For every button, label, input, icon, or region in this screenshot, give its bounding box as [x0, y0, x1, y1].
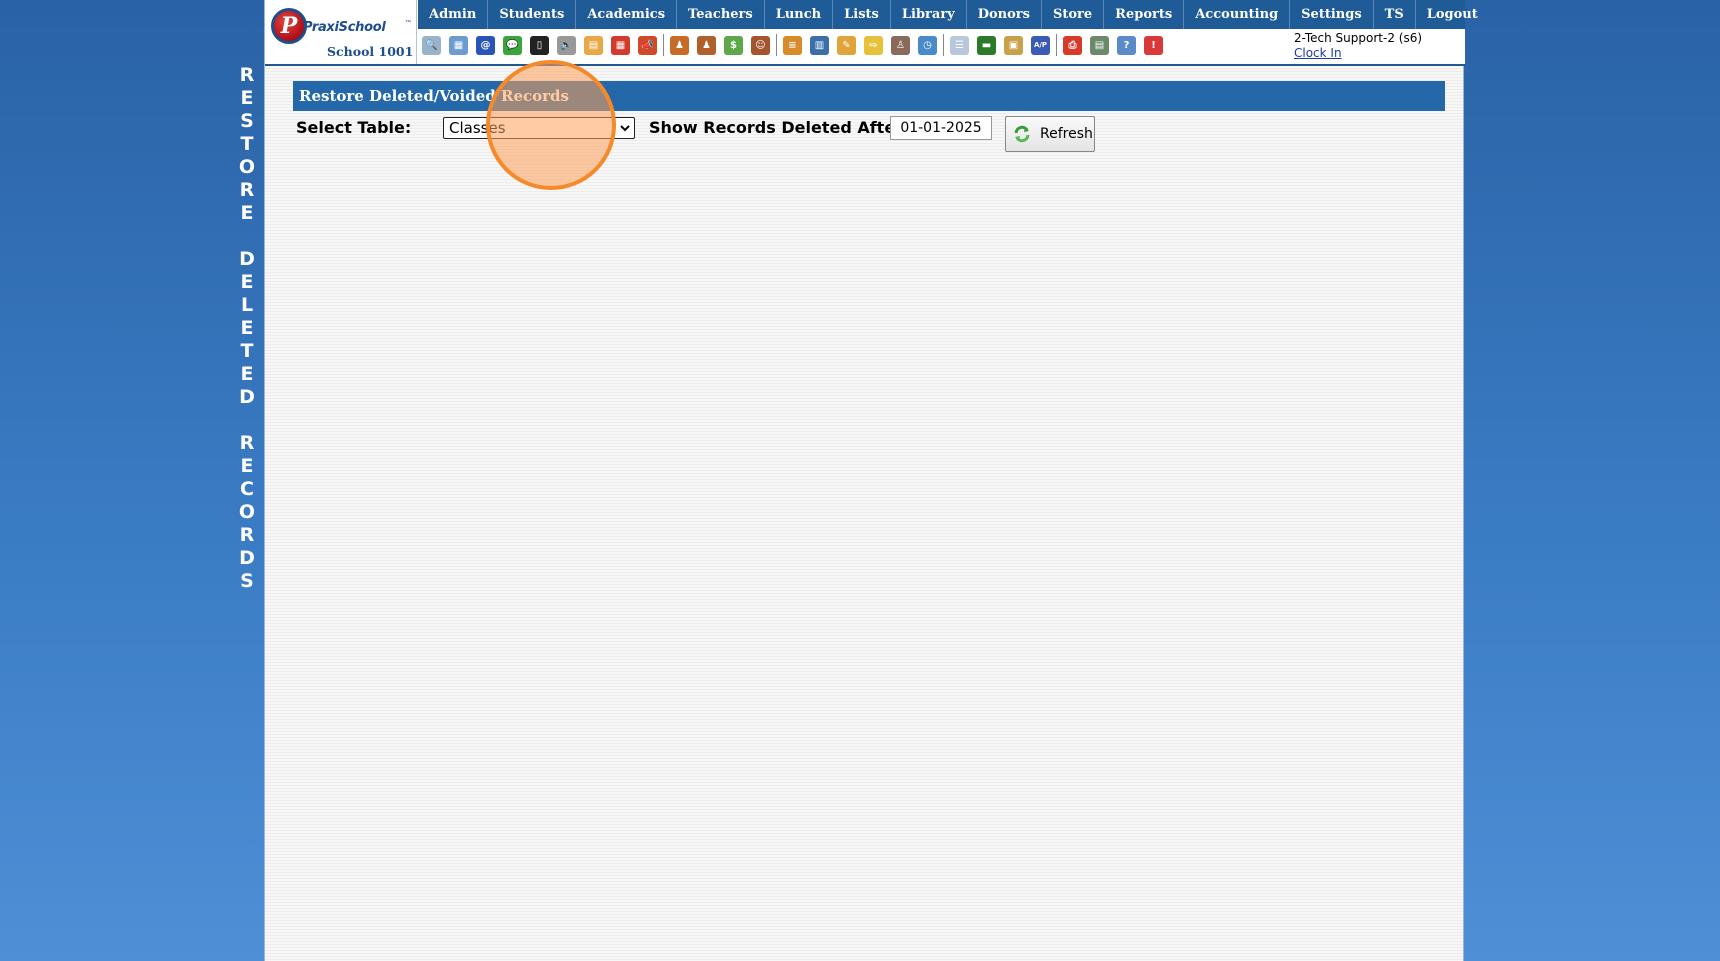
- logo-emblem: P: [271, 8, 307, 44]
- side-title-letter: E: [240, 271, 254, 293]
- teacher-icon[interactable]: ♙: [891, 35, 910, 55]
- side-title-letter: O: [238, 156, 256, 178]
- email-icon[interactable]: @: [476, 35, 495, 55]
- book-icon[interactable]: ▥: [810, 35, 829, 55]
- clock-in-link[interactable]: Clock In: [1294, 46, 1422, 60]
- list-icon[interactable]: ☰: [950, 35, 969, 55]
- menu-item-reports[interactable]: Reports: [1104, 0, 1185, 29]
- side-title-letter: T: [240, 340, 254, 362]
- mobile-icon[interactable]: ▯: [530, 35, 549, 55]
- refresh-icon: [1012, 124, 1032, 144]
- menu-item-lunch[interactable]: Lunch: [765, 0, 834, 29]
- card-icon[interactable]: ▬: [977, 35, 996, 55]
- page-container: P PraxiSchool ™ School 1001 Admin Student…: [264, 0, 1478, 961]
- student-icon[interactable]: ♟: [697, 35, 716, 55]
- logo-brand: PraxiSchool: [303, 20, 386, 35]
- menu-item-library[interactable]: Library: [891, 0, 967, 29]
- chat-icon[interactable]: 💬: [503, 35, 522, 55]
- calendar-icon[interactable]: ▦: [611, 35, 630, 55]
- import-icon[interactable]: ⇨: [864, 35, 883, 55]
- side-title-letter: [232, 409, 262, 432]
- logo-trademark: ™: [405, 20, 411, 26]
- side-title-letter: R: [239, 64, 255, 86]
- deleted-after-date-input[interactable]: 01-01-2025: [890, 116, 992, 140]
- side-title-letter: D: [239, 248, 255, 270]
- side-title-letter: S: [240, 110, 254, 132]
- chevron-down-icon: [619, 118, 631, 144]
- toolbar-separator: [943, 34, 944, 56]
- lunch-icon[interactable]: ≡: [783, 35, 802, 55]
- menu-item-ts[interactable]: TS: [1374, 0, 1416, 29]
- side-title-letter: S: [240, 570, 254, 592]
- menu-item-logout[interactable]: Logout: [1416, 0, 1489, 29]
- search-icon[interactable]: 🔍: [422, 35, 441, 55]
- table-icon[interactable]: ▦: [449, 35, 468, 55]
- side-title-letter: R: [239, 432, 255, 454]
- menu-item-settings[interactable]: Settings: [1290, 0, 1374, 29]
- side-title-letter: O: [238, 501, 256, 523]
- calendar-grid-icon[interactable]: ▤: [584, 35, 603, 55]
- school-name: School 1001: [327, 44, 414, 59]
- side-title-letter: E: [240, 363, 254, 385]
- side-title-letter: T: [240, 133, 254, 155]
- toolbar-separator: [663, 34, 664, 56]
- menu-item-lists[interactable]: Lists: [833, 0, 891, 29]
- menu-item-students[interactable]: Students: [488, 0, 577, 29]
- menu-item-store[interactable]: Store: [1042, 0, 1105, 29]
- register-icon[interactable]: ▣: [1004, 35, 1023, 55]
- side-title-letter: D: [239, 547, 255, 569]
- refresh-label: Refresh: [1040, 126, 1093, 142]
- megaphone-icon[interactable]: 📣: [638, 35, 657, 55]
- side-title-letter: E: [240, 87, 254, 109]
- logo[interactable]: P PraxiSchool ™ School 1001: [265, 0, 417, 64]
- side-title-letter: R: [239, 179, 255, 201]
- refresh-button[interactable]: Refresh: [1005, 116, 1095, 152]
- side-title-letter: E: [240, 202, 254, 224]
- ap-icon[interactable]: A/P: [1031, 35, 1050, 55]
- side-title-letter: E: [240, 317, 254, 339]
- toolbar-separator: [1056, 34, 1057, 56]
- menu-item-accounting[interactable]: Accounting: [1184, 0, 1291, 29]
- money-icon[interactable]: $: [724, 35, 743, 55]
- header: P PraxiSchool ™ School 1001 Admin Student…: [265, 0, 1478, 66]
- panel-title: Restore Deleted/Voided Records: [293, 81, 1445, 111]
- table-select-value: Classes: [449, 119, 506, 137]
- pdf-icon[interactable]: ⎙: [1063, 35, 1082, 55]
- clock-icon[interactable]: ◷: [918, 35, 937, 55]
- side-title-letter: C: [240, 478, 254, 500]
- select-table-label: Select Table:: [296, 118, 412, 137]
- menu-item-teachers[interactable]: Teachers: [677, 0, 765, 29]
- help-icon[interactable]: ?: [1117, 35, 1136, 55]
- menu-item-donors[interactable]: Donors: [967, 0, 1042, 29]
- toolbar: 🔍 ▦ @ 💬 ▯ 🔈 ▤ ▦ 📣 ♟ ♟ $ ☺ ≡ ▥ ✎ ⇨ ♙ ◷ ☰ ▬ ▣ A/P ⎙ ▤?!: [422, 33, 1171, 57]
- side-title-letter: D: [239, 386, 255, 408]
- speaker-icon[interactable]: 🔈: [557, 35, 576, 55]
- user-info: 2-Tech Support-2 (s6) Clock In: [1294, 31, 1422, 60]
- table-select[interactable]: Classes: [443, 117, 635, 139]
- main-menu: Admin Students Academics Teachers Lunch Lists…: [418, 0, 1478, 29]
- menu-item-academics[interactable]: Academics: [576, 0, 678, 29]
- side-title-letter: E: [240, 455, 254, 477]
- menu-item-admin[interactable]: Admin: [418, 0, 489, 29]
- family-icon[interactable]: ☺: [751, 35, 770, 55]
- alert-icon[interactable]: !: [1144, 35, 1163, 55]
- filter-row: Select Table: Classes Show Records Delet…: [265, 115, 1465, 155]
- cash-icon[interactable]: ▤: [1090, 35, 1109, 55]
- pencil-icon[interactable]: ✎: [837, 35, 856, 55]
- side-title-letter: L: [240, 294, 254, 316]
- toolbar-separator: [776, 34, 777, 56]
- add-student-icon[interactable]: ♟: [670, 35, 689, 55]
- side-title-letter: [232, 225, 262, 248]
- user-name: 2-Tech Support-2 (s6): [1294, 31, 1423, 45]
- side-vertical-title: RESTORE DELETED RECORDS: [232, 64, 262, 593]
- side-title-letter: R: [239, 524, 255, 546]
- show-deleted-after-label: Show Records Deleted After: [649, 118, 904, 137]
